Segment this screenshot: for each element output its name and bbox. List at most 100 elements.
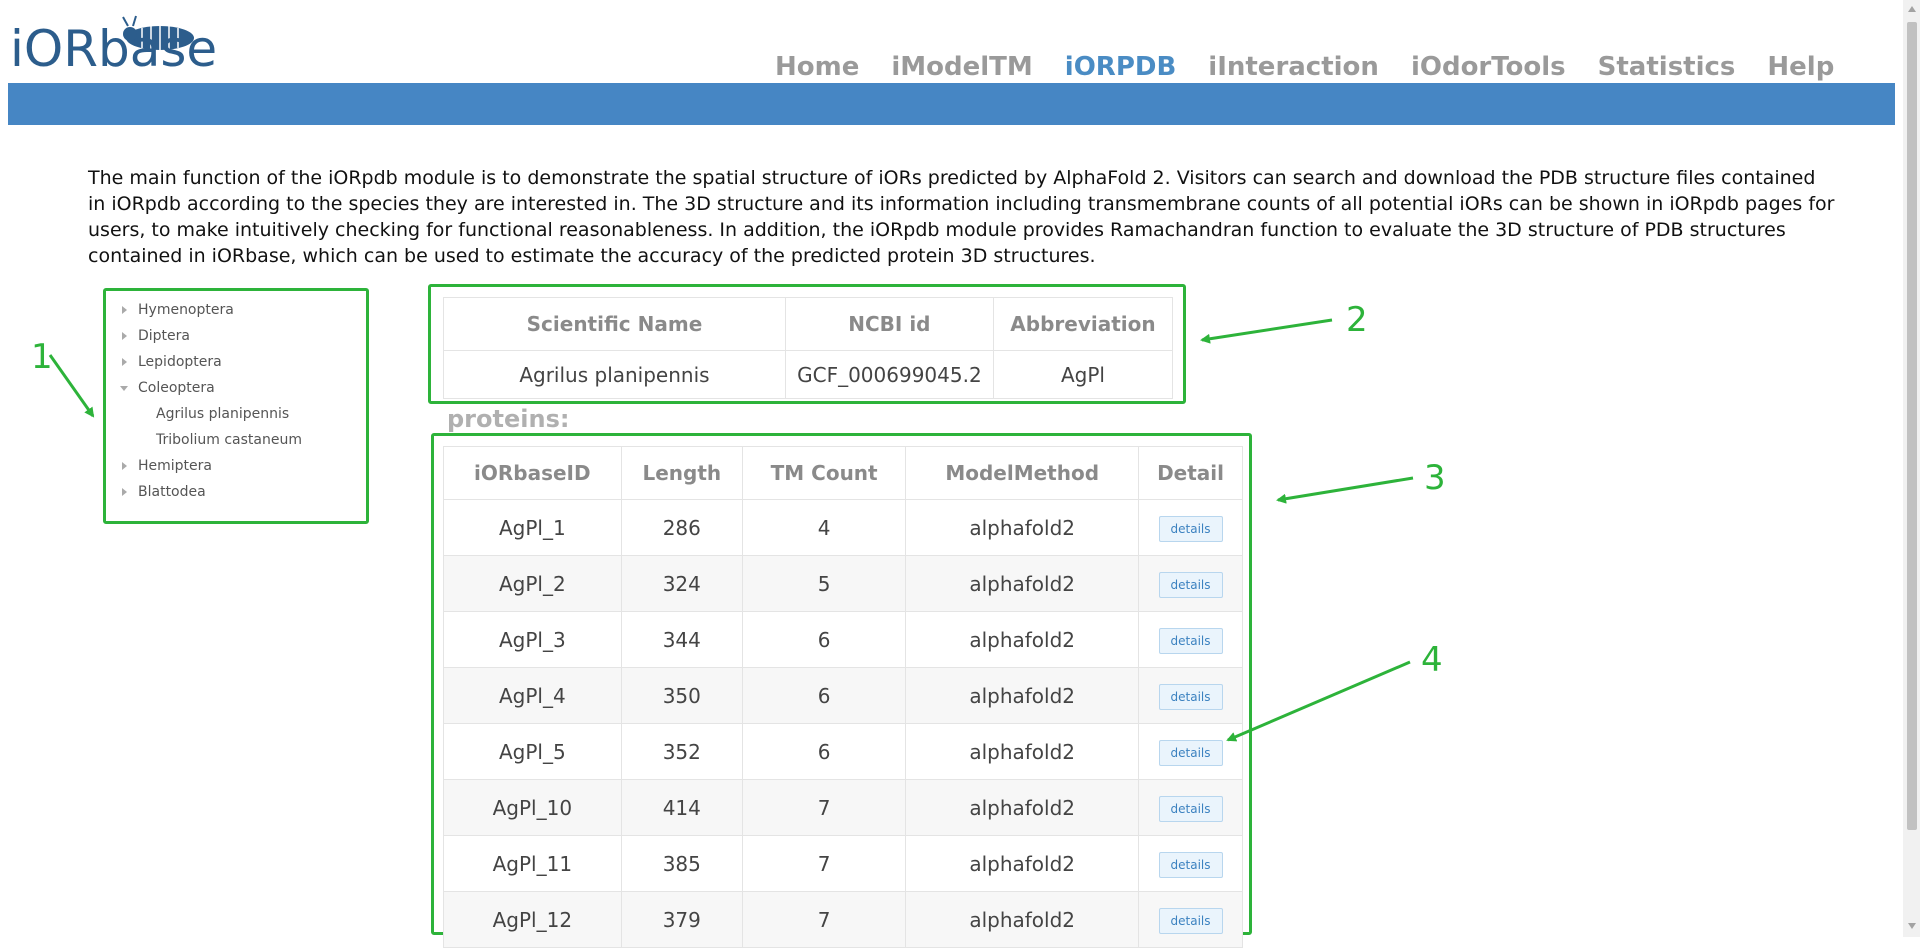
species-cell: Agrilus planipennis [443, 350, 786, 399]
caret-down-icon[interactable] [120, 386, 128, 391]
protein-cell: alphafold2 [905, 723, 1140, 780]
protein-cell: AgPl_1 [443, 499, 622, 556]
protein-cell: 344 [620, 611, 743, 668]
tree-node-lepidoptera[interactable]: Lepidoptera [120, 349, 366, 375]
caret-right-icon[interactable] [122, 332, 127, 340]
species-info-table: Scientific Name NCBI id Abbreviation Agril… [443, 297, 1174, 399]
table-row: AgPl_11 385 7 alphafold2 details [443, 835, 1243, 892]
caret-right-icon[interactable] [122, 358, 127, 366]
details-button[interactable]: details [1158, 515, 1223, 542]
protein-cell: 324 [620, 555, 743, 612]
protein-cell: 385 [620, 835, 743, 892]
annotation-label-3: 3 [1424, 458, 1446, 498]
nav-iodortools[interactable]: iOdorTools [1411, 50, 1566, 84]
table-row: AgPl_12 379 7 alphafold2 details [443, 891, 1243, 948]
annotation-arrow-3 [1276, 476, 1414, 504]
site-logo[interactable]: iORbase [10, 12, 217, 78]
annotation-label-1: 1 [31, 337, 53, 377]
species-cell: AgPl [992, 350, 1174, 399]
main-nav: Home iModelTM iORPDB iInteraction iOdorTools… [775, 50, 1866, 84]
tree-node-label: Blattodea [138, 484, 206, 500]
nav-statistics[interactable]: Statistics [1598, 50, 1736, 84]
detail-cell: details [1138, 555, 1243, 612]
tree-node-hymenoptera[interactable]: Hymenoptera [120, 297, 366, 323]
proteins-column-header: iORbaseID [443, 446, 622, 500]
tree-node-label: Lepidoptera [138, 354, 222, 370]
table-row: AgPl_2 324 5 alphafold2 details [443, 555, 1243, 612]
detail-cell: details [1138, 779, 1243, 836]
protein-cell: 7 [741, 891, 907, 948]
species-tree-panel: Hymenoptera Diptera Lepidoptera Coleoptera A… [103, 288, 369, 524]
details-button[interactable]: details [1158, 683, 1223, 710]
nav-iorpdb[interactable]: iORPDB [1065, 50, 1177, 84]
annotation-arrow-2 [1200, 318, 1333, 344]
protein-cell: 7 [741, 779, 907, 836]
nav-imodeltm[interactable]: iModelTM [891, 50, 1032, 84]
detail-cell: details [1138, 891, 1243, 948]
protein-cell: AgPl_12 [443, 891, 622, 948]
scrollbar-thumb[interactable] [1907, 22, 1917, 830]
protein-cell: 7 [741, 835, 907, 892]
tree-node-label: Coleoptera [138, 380, 215, 396]
tree-leaf-species[interactable]: Agrilus planipennis [120, 401, 366, 427]
annotation-label-4: 4 [1421, 640, 1443, 680]
caret-right-icon[interactable] [122, 488, 127, 496]
tree-node-diptera[interactable]: Diptera [120, 323, 366, 349]
protein-cell: 6 [741, 667, 907, 724]
nav-home[interactable]: Home [775, 50, 859, 84]
scroll-down-arrow-icon[interactable] [1908, 923, 1916, 929]
proteins-heading: proteins: [447, 405, 570, 433]
protein-cell: 286 [620, 499, 743, 556]
nav-help[interactable]: Help [1767, 50, 1834, 84]
proteins-column-header: Detail [1138, 446, 1243, 500]
tree-node-coleoptera[interactable]: Coleoptera [120, 375, 366, 401]
protein-cell: 6 [741, 611, 907, 668]
protein-cell: 414 [620, 779, 743, 836]
protein-cell: alphafold2 [905, 499, 1140, 556]
tree-node-label: Hymenoptera [138, 302, 234, 318]
proteins-column-header: ModelMethod [905, 446, 1140, 500]
caret-right-icon[interactable] [122, 306, 127, 314]
table-row: AgPl_3 344 6 alphafold2 details [443, 611, 1243, 668]
details-button[interactable]: details [1158, 739, 1223, 766]
species-column-header: Abbreviation [992, 297, 1174, 351]
protein-cell: 5 [741, 555, 907, 612]
protein-cell: 4 [741, 499, 907, 556]
species-tree: Hymenoptera Diptera Lepidoptera Coleoptera A… [106, 291, 366, 505]
protein-cell: alphafold2 [905, 611, 1140, 668]
proteins-column-header: TM Count [741, 446, 907, 500]
protein-cell: AgPl_3 [443, 611, 622, 668]
species-cell: GCF_000699045.2 [784, 350, 994, 399]
header-bar [8, 83, 1895, 125]
protein-cell: alphafold2 [905, 835, 1140, 892]
protein-cell: 379 [620, 891, 743, 948]
protein-cell: 6 [741, 723, 907, 780]
tree-leaf-species[interactable]: Tribolium castaneum [120, 427, 366, 453]
protein-cell: AgPl_11 [443, 835, 622, 892]
nav-iinteraction[interactable]: iInteraction [1208, 50, 1379, 84]
details-button[interactable]: details [1158, 851, 1223, 878]
protein-cell: AgPl_4 [443, 667, 622, 724]
annotation-label-2: 2 [1346, 300, 1368, 340]
protein-cell: 352 [620, 723, 743, 780]
caret-right-icon[interactable] [122, 462, 127, 470]
protein-cell: alphafold2 [905, 779, 1140, 836]
details-button[interactable]: details [1158, 795, 1223, 822]
details-button[interactable]: details [1158, 571, 1223, 598]
protein-cell: alphafold2 [905, 667, 1140, 724]
protein-cell: AgPl_2 [443, 555, 622, 612]
details-button[interactable]: details [1158, 907, 1223, 934]
tree-node-label: Diptera [138, 328, 190, 344]
protein-cell: alphafold2 [905, 555, 1140, 612]
detail-cell: details [1138, 611, 1243, 668]
detail-cell: details [1138, 667, 1243, 724]
detail-cell: details [1138, 499, 1243, 556]
scroll-up-arrow-icon[interactable] [1908, 6, 1916, 12]
protein-cell: 350 [620, 667, 743, 724]
logo-text: iORbase [10, 20, 218, 78]
tree-node-hemiptera[interactable]: Hemiptera [120, 453, 366, 479]
module-description: The main function of the iORpdb module i… [88, 167, 1835, 267]
detail-cell: details [1138, 723, 1243, 780]
tree-node-blattodea[interactable]: Blattodea [120, 479, 366, 505]
details-button[interactable]: details [1158, 627, 1223, 654]
